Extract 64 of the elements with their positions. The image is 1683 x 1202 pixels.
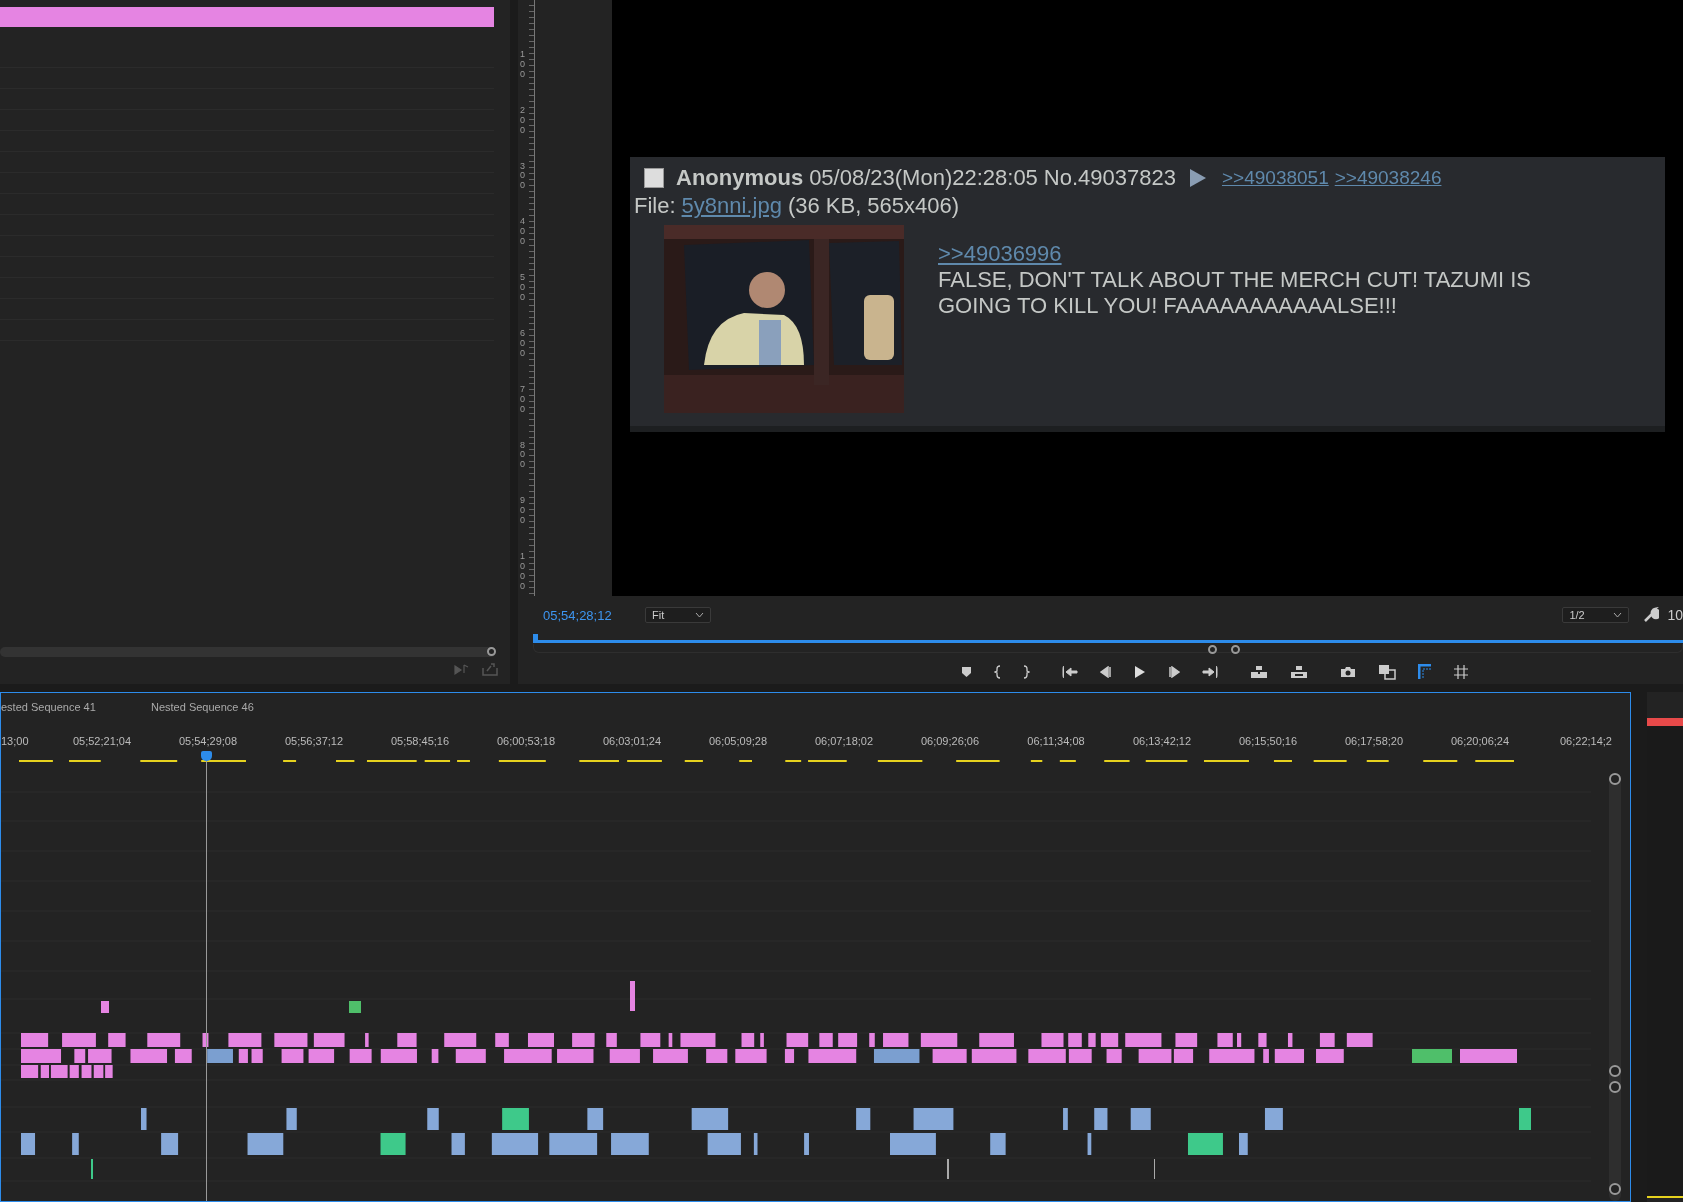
post-number: No.49037823 [1043,165,1176,191]
insert-icon[interactable] [1250,665,1268,679]
quote-link[interactable]: >>49036996 [938,241,1062,267]
play-icon[interactable] [1134,665,1146,679]
time-label: 06;20;06;24 [1449,735,1511,747]
time-label: 06;07;18;02 [813,735,875,747]
ruler-label: 800 [519,440,526,472]
time-label: 06;00;53;18 [495,735,557,747]
time-label: 06;09;26;06 [919,735,981,747]
file-info: (36 KB, 565x406) [787,193,960,219]
triangle-icon[interactable] [1190,169,1206,187]
playhead[interactable] [201,751,212,1201]
go-to-in-icon[interactable] [1062,665,1078,679]
ruler-label: 500 [519,273,526,304]
zoom-dropdown[interactable]: Fit [645,607,711,623]
mark-out-icon[interactable] [1023,665,1030,679]
time-label: 05;58;45;16 [389,735,451,747]
chevron-icon [1613,612,1623,618]
time-label: 05;52;21;04 [71,735,133,747]
safe-margins-icon[interactable] [1418,664,1432,680]
time-label: 06;13;42;12 [1131,735,1193,747]
time-label: 06;17;58;20 [1343,735,1405,747]
scroll-bar[interactable] [0,647,496,657]
time-label: 06;03;01;24 [601,735,663,747]
cut-label: 10 [1667,607,1683,623]
time-label: 06;11;34;08 [1026,735,1086,747]
time-label: 05;56;37;12 [283,735,345,747]
overwrite-icon[interactable] [1290,665,1308,679]
time-label: 05;54;29;08 [177,735,239,747]
poster-name: Anonymous [676,165,804,191]
post-date: 05/08/23(Mon)22:28:05 [809,165,1038,191]
file-link[interactable]: 5y8nni.jpg [681,193,782,219]
go-to-out-icon[interactable] [1202,665,1218,679]
camera-icon[interactable] [1340,666,1356,678]
wrench-icon[interactable] [1643,607,1660,623]
time-label: 06;05;09;28 [707,735,769,747]
step-forward-icon[interactable] [1168,666,1180,678]
ruler-label: 600 [519,329,526,360]
grid-icon[interactable] [1454,665,1468,679]
time-label: 06;15;50;16 [1237,735,1299,747]
comment-text: FALSE, DON'T TALK ABOUT THE MERCH CUT! TAZUMI IS GOING TO KILL YOU! FAAAAAAAAAAALSE!!! [938,267,1532,320]
scroll-bar[interactable] [1609,773,1621,1201]
step-back-icon[interactable] [1100,666,1112,678]
resolution-dropdown[interactable]: 1/2 [1562,607,1630,623]
ruler-label: 1000 [519,552,526,593]
time-label: 13;00 [1,735,30,747]
compare-icon[interactable] [1378,664,1396,680]
ruler-label: 400 [519,217,526,249]
chevron-icon [695,612,704,618]
ruler-label: 300 [519,161,526,193]
ruler-label: 700 [519,384,526,416]
file-label: File: [634,193,676,219]
time-label: 06;22;14;2 [1559,735,1613,747]
ruler-label: 100 [519,50,526,81]
checkbox[interactable] [644,168,664,188]
reply-link[interactable]: >>49038246 [1334,167,1442,189]
ruler-label: 900 [519,496,526,528]
sequence-tab[interactable]: ested Sequence 41 [1,701,151,713]
ruler-label: 200 [519,105,526,137]
timecode[interactable]: 05;54;28;12 [543,607,645,623]
reply-link[interactable]: >>49038051 [1222,167,1329,189]
sequence-tab[interactable]: Nested Sequence 46 [151,701,254,713]
marker-icon[interactable] [961,666,972,678]
mark-in-icon[interactable] [994,665,1001,679]
